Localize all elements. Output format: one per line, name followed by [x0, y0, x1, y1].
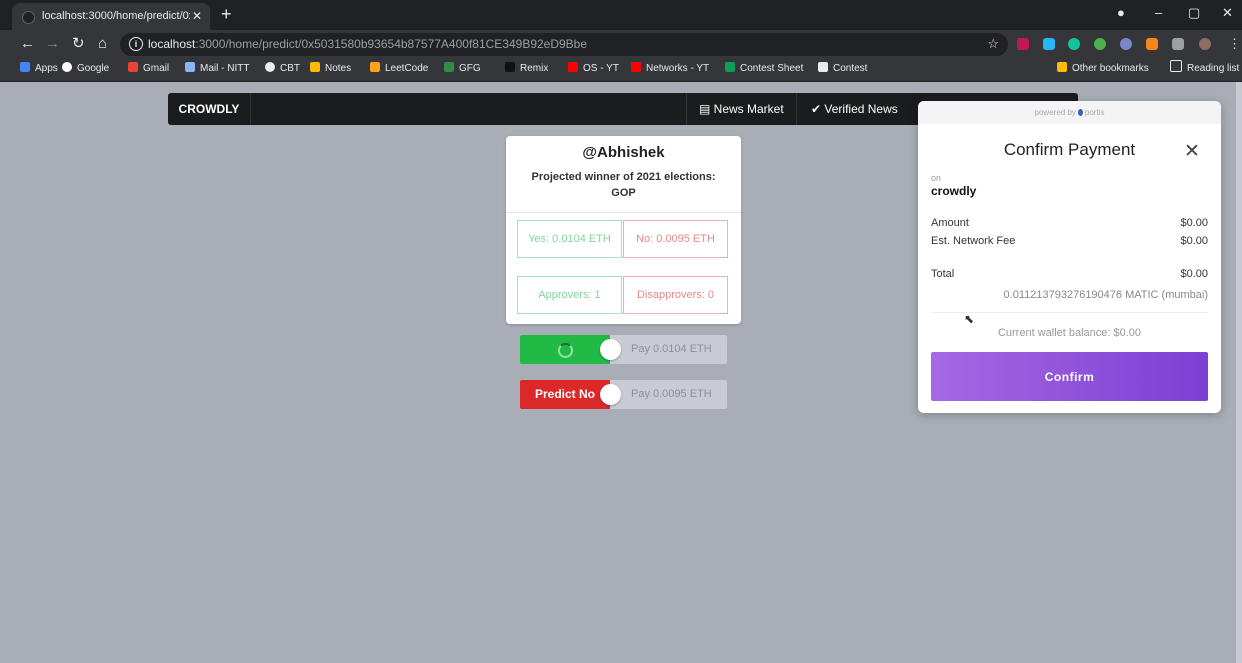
mouse-cursor-icon: ⬉ [964, 312, 975, 326]
reading-list[interactable]: Reading list [1170, 59, 1239, 79]
predict-yes-button[interactable] [520, 335, 610, 364]
fee-row: Est. Network Fee $0.00 [931, 235, 1208, 247]
address-bar[interactable]: i localhost:3000/home/predict/0x5031580b… [120, 33, 1008, 56]
nav-news-market[interactable]: ▤ News Market [686, 93, 797, 125]
bookmark-gmail[interactable]: Gmail [128, 59, 169, 79]
reload-icon[interactable]: ↻ [72, 35, 85, 53]
bookmark-networks-yt[interactable]: Networks - YT [631, 59, 709, 79]
bookmark-apps[interactable]: Apps [20, 59, 58, 79]
check-circle-icon: ✔ [811, 102, 825, 116]
predict-yes-toggle[interactable]: Pay 0.0104 ETH [520, 335, 727, 364]
brand-logo[interactable]: CROWDLY [168, 93, 251, 125]
avatar[interactable] [1199, 38, 1211, 50]
bookmarks-bar: Apps Google Gmail Mail - NITT CBT Notes … [0, 59, 1242, 82]
loading-spinner-icon [558, 343, 573, 358]
yes-stake: Yes: 0.0104 ETH [517, 220, 622, 258]
maximize-icon[interactable]: ▢ [1188, 5, 1200, 21]
bookmark-contest-sheet[interactable]: Contest Sheet [725, 59, 803, 79]
tab-strip: localhost:3000/home/predict/0x5 ✕ + ● – … [0, 0, 1242, 30]
wallet-balance: Current wallet balance: $0.00 [997, 327, 1142, 339]
metamask-icon[interactable] [1146, 38, 1158, 50]
prediction-question: Projected winner of 2021 elections: GOP [531, 171, 716, 199]
url-text: localhost:3000/home/predict/0x5031580b93… [148, 37, 588, 51]
bookmark-remix[interactable]: Remix [505, 59, 548, 79]
modal-title: Confirm Payment [1003, 140, 1136, 159]
tab-title: localhost:3000/home/predict/0x5 [42, 10, 190, 22]
back-icon[interactable]: ← [20, 35, 35, 53]
bookmark-mail-nitt[interactable]: Mail - NITT [185, 59, 249, 79]
bookmark-star-icon[interactable]: ☆ [987, 36, 999, 52]
confirm-payment-modal: powered by portis Confirm Payment ✕ on cr… [918, 101, 1221, 413]
nav-verified-news[interactable]: ✔ Verified News [796, 93, 909, 125]
browser-toolbar: ← → ↻ ⌂ i localhost:3000/home/predict/0x… [0, 30, 1242, 59]
forward-icon[interactable]: → [45, 35, 60, 53]
close-icon[interactable]: ✕ [1184, 140, 1200, 163]
bookmark-cbt[interactable]: CBT [265, 59, 300, 79]
bookmark-gfg[interactable]: GFG [444, 59, 481, 79]
profile-icon[interactable]: ● [1117, 5, 1125, 20]
bookmark-leetcode[interactable]: LeetCode [370, 59, 428, 79]
bookmark-notes[interactable]: Notes [310, 59, 351, 79]
home-icon[interactable]: ⌂ [98, 35, 107, 53]
minimize-icon[interactable]: – [1155, 5, 1162, 20]
page-scrollbar[interactable] [1236, 82, 1242, 663]
prediction-card: @Abhishek Projected winner of 2021 elect… [506, 136, 741, 324]
window-close-icon[interactable]: ✕ [1222, 5, 1233, 21]
bookmark-other[interactable]: Other bookmarks [1057, 59, 1149, 79]
bookmark-os-yt[interactable]: OS - YT [568, 59, 619, 79]
pay-no-label: Pay 0.0095 ETH [610, 380, 727, 409]
confirm-button[interactable]: Confirm [931, 352, 1208, 401]
pay-yes-label: Pay 0.0104 ETH [610, 335, 727, 364]
total-row: Total $0.00 [931, 268, 1208, 280]
browser-tab[interactable]: localhost:3000/home/predict/0x5 ✕ [12, 3, 210, 30]
bookmark-google[interactable]: Google [62, 59, 109, 79]
tab-close-icon[interactable]: ✕ [192, 3, 202, 29]
matic-amount: 0.011213793276190476 MATIC (mumbai) [1003, 289, 1208, 301]
new-tab-icon[interactable]: + [221, 4, 232, 24]
grammarly-icon[interactable] [1068, 38, 1080, 50]
toggle-knob[interactable] [600, 339, 621, 360]
extension-icon[interactable] [1017, 38, 1029, 50]
predict-no-button[interactable]: Predict No [520, 380, 610, 409]
author-handle: @Abhishek [582, 144, 665, 161]
approvers-count: Approvers: 1 [517, 276, 622, 314]
site-info-icon[interactable]: i [129, 37, 143, 51]
portis-logo-icon [1077, 109, 1083, 116]
no-stake: No: 0.0095 ETH [623, 220, 728, 258]
extensions-puzzle-icon[interactable] [1172, 38, 1184, 50]
extension-icon[interactable] [1043, 38, 1055, 50]
toggle-knob[interactable] [600, 384, 621, 405]
dapp-name: crowdly [931, 184, 977, 198]
divider [506, 212, 741, 213]
on-label: on [931, 173, 942, 183]
menu-kebab-icon[interactable]: ⋮ [1228, 35, 1241, 53]
predict-no-toggle[interactable]: Predict No Pay 0.0095 ETH [520, 380, 727, 409]
extension-icon[interactable] [1120, 38, 1132, 50]
tab-favicon-icon [22, 11, 35, 24]
amount-row: Amount $0.00 [931, 217, 1208, 229]
powered-by-portis: powered by portis [918, 101, 1221, 124]
extension-icon[interactable] [1094, 38, 1106, 50]
disapprovers-count: Disapprovers: 0 [623, 276, 728, 314]
bookmark-contest[interactable]: Contest [818, 59, 867, 79]
newspaper-icon: ▤ [699, 102, 714, 116]
